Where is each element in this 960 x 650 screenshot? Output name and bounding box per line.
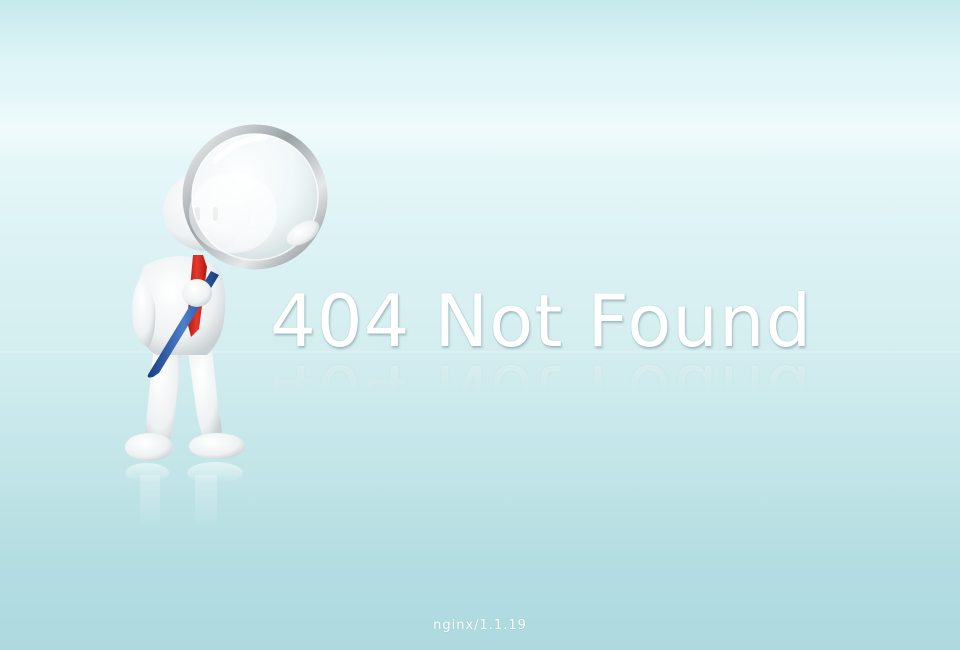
error-page: 404 Not Found 404 Not Found nginx/1.1.19 <box>0 0 960 650</box>
server-signature: nginx/1.1.19 <box>433 618 527 633</box>
error-heading: 404 Not Found <box>270 279 813 363</box>
